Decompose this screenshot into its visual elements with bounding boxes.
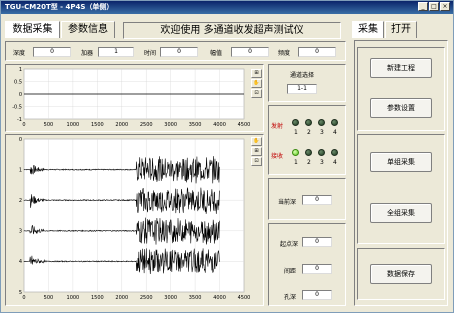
new-project-button[interactable]: 新建工程: [370, 58, 432, 78]
top-y-tick: -0.5: [12, 104, 22, 110]
top-fit-icon[interactable]: ⊡: [251, 89, 262, 98]
top-pan-icon[interactable]: ✋: [251, 79, 262, 88]
bottom-x-tick: 1000: [67, 295, 80, 301]
bottom-y-tick: 3: [19, 229, 22, 235]
transmit-channel-number: 4: [333, 129, 337, 136]
hole-depth-field[interactable]: 0: [302, 290, 332, 300]
transmit-led-1: [292, 119, 299, 126]
start-depth-field[interactable]: 0: [302, 237, 332, 247]
tab-data-collect[interactable]: 数据采集: [5, 21, 60, 38]
top-y-tick: 1: [19, 67, 22, 73]
top-x-tick: 3000: [164, 122, 177, 128]
transmit-label: 发射: [271, 123, 284, 130]
bottom-x-tick: 500: [44, 295, 54, 301]
save-data-button[interactable]: 数据保存: [370, 264, 432, 284]
time-label: 时间: [144, 50, 157, 57]
receive-led-2: [305, 149, 312, 156]
top-x-tick: 2000: [115, 122, 128, 128]
tab-open[interactable]: 打开: [385, 21, 417, 38]
welcome-banner: 欢迎使用 多通道收发超声测试仪: [123, 22, 341, 39]
current-depth-field[interactable]: 0: [302, 195, 332, 205]
bottom-x-tick: 0: [22, 295, 25, 301]
maximize-button[interactable]: □: [429, 2, 439, 11]
top-y-tick: 0.5: [14, 79, 22, 85]
transmit-channel-number: 2: [307, 129, 311, 136]
depth-field[interactable]: 0: [33, 47, 71, 57]
frequency-field[interactable]: 0: [298, 47, 336, 57]
top-x-tick: 3500: [189, 122, 202, 128]
top-x-tick: 4000: [213, 122, 226, 128]
single-collect-button[interactable]: 单组采集: [370, 152, 432, 172]
bottom-y-tick: 0: [19, 137, 22, 143]
param-settings-button[interactable]: 参数设置: [370, 98, 432, 118]
close-button[interactable]: ×: [440, 2, 450, 11]
transmit-led-4: [331, 119, 338, 126]
top-x-tick: 0: [22, 122, 25, 128]
bottom-x-tick: 4500: [238, 295, 251, 301]
top-x-tick: 4500: [238, 122, 251, 128]
bottom-fit-icon[interactable]: ⊡: [251, 157, 262, 166]
collect-group: [357, 134, 445, 244]
receive-channel-number: 4: [333, 159, 337, 166]
bottom-x-tick: 1500: [91, 295, 104, 301]
frequency-label: 频度: [278, 50, 291, 57]
amplitude-label: 幅值: [210, 50, 223, 57]
bottom-y-tick: 4: [19, 259, 22, 265]
transmit-channel-number: 3: [320, 129, 324, 136]
top-x-tick: 500: [44, 122, 54, 128]
receive-channel-number: 1: [294, 159, 298, 166]
gain-label: 加器: [81, 50, 94, 57]
bottom-pan-icon[interactable]: ✋: [251, 137, 262, 146]
transmit-led-3: [318, 119, 325, 126]
amplitude-field[interactable]: 0: [231, 47, 269, 57]
receive-led-4: [331, 149, 338, 156]
receive-label: 接收: [271, 153, 284, 160]
top-x-tick: 1500: [91, 122, 104, 128]
minimize-button[interactable]: _: [418, 2, 428, 11]
spacing-field[interactable]: 0: [302, 264, 332, 274]
transmit-channel-number: 1: [294, 129, 298, 136]
receive-led-1: [292, 149, 299, 156]
top-zoom-icon[interactable]: ⊞: [251, 69, 262, 78]
tab-collect[interactable]: 采集: [352, 21, 384, 38]
top-y-tick: 0: [19, 92, 22, 98]
bottom-x-tick: 2000: [115, 295, 128, 301]
receive-channel-number: 3: [320, 159, 324, 166]
top-y-tick: -1: [17, 117, 22, 123]
tab-param-info[interactable]: 参数信息: [61, 21, 115, 38]
transmit-led-2: [305, 119, 312, 126]
bottom-x-tick: 3500: [189, 295, 202, 301]
top-x-tick: 1000: [67, 122, 80, 128]
spacing-label: 间距: [284, 268, 297, 275]
bottom-x-tick: 4000: [213, 295, 226, 301]
title-bar: TGU-CM20T型 - 4P4S（单侧）: [1, 1, 453, 14]
gain-field[interactable]: 1: [98, 47, 134, 57]
receive-channel-number: 2: [307, 159, 311, 166]
time-field[interactable]: 0: [160, 47, 198, 57]
hole-depth-label: 孔深: [284, 294, 297, 301]
top-x-tick: 2500: [140, 122, 153, 128]
top-waveform-plot: 1 0.5 0 -0.5 -1 0 500 1000 1500 2000 2500 3000 3500…: [12, 67, 251, 128]
window-title: TGU-CM20T型 - 4P4S（单侧）: [5, 3, 114, 11]
depth-label: 深度: [13, 50, 26, 57]
channel-select-field[interactable]: 1-1: [287, 84, 317, 94]
bottom-y-tick: 2: [19, 198, 22, 204]
bottom-y-tick: 1: [19, 167, 22, 173]
current-depth-label: 当前深: [278, 199, 297, 206]
multichannel-waveform-plot: 012345 0 500 1000 1500 2000 2500 3000 3500 4000 4…: [19, 137, 251, 301]
bottom-x-tick: 2500: [140, 295, 153, 301]
bottom-x-tick: 3000: [164, 295, 177, 301]
receive-led-3: [318, 149, 325, 156]
start-depth-label: 起点深: [280, 241, 299, 248]
all-collect-button[interactable]: 全组采集: [370, 203, 432, 223]
channel-select-title: 通道选择: [290, 72, 315, 79]
bottom-zoom-icon[interactable]: ⊞: [251, 147, 262, 156]
